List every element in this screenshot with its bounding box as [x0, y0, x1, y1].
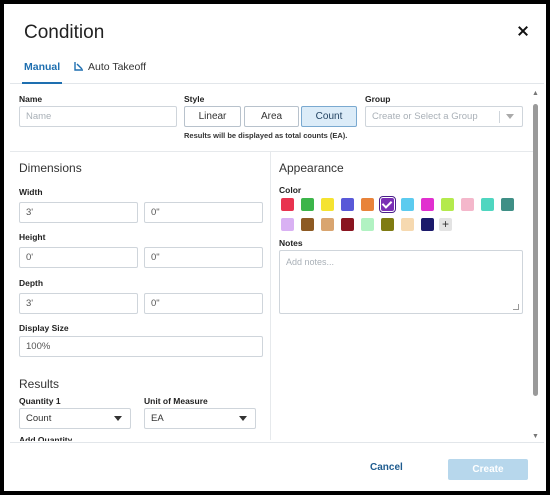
- color-swatch[interactable]: [321, 218, 334, 231]
- unit-of-measure-select[interactable]: EA: [144, 408, 256, 429]
- add-quantity-label[interactable]: Add Quantity: [19, 435, 72, 441]
- color-swatch[interactable]: [401, 198, 414, 211]
- height-inches-input[interactable]: 0": [144, 247, 263, 268]
- close-icon[interactable]: [516, 24, 530, 38]
- color-swatch[interactable]: [441, 198, 454, 211]
- tab-auto-takeoff-label: Auto Takeoff: [88, 61, 146, 73]
- style-label: Style: [184, 94, 205, 104]
- depth-inches-input[interactable]: 0": [144, 293, 263, 314]
- chevron-down-icon: [506, 114, 514, 119]
- color-swatch[interactable]: [341, 198, 354, 211]
- color-swatch[interactable]: [361, 218, 374, 231]
- width-inches-input[interactable]: 0": [144, 202, 263, 223]
- window-frame: Condition Manual Auto Takeoff Name Name …: [0, 0, 550, 495]
- color-swatch[interactable]: [421, 218, 434, 231]
- group-label: Group: [365, 94, 391, 104]
- unit-of-measure-value: EA: [151, 413, 164, 424]
- group-select-separator: [499, 111, 500, 123]
- color-swatch[interactable]: [361, 198, 374, 211]
- dialog-title: Condition: [24, 22, 105, 43]
- scroll-up-icon[interactable]: ▲: [532, 90, 539, 97]
- name-label: Name: [19, 94, 43, 104]
- unit-of-measure-label: Unit of Measure: [144, 396, 208, 406]
- tab-bar: Manual Auto Takeoff: [10, 56, 544, 84]
- chevron-down-icon: [239, 416, 247, 421]
- color-swatch[interactable]: [381, 218, 394, 231]
- color-swatch[interactable]: [281, 198, 294, 211]
- column-divider: [270, 152, 271, 440]
- quantity1-label: Quantity 1: [19, 396, 61, 406]
- color-swatch[interactable]: [379, 196, 396, 213]
- cancel-button[interactable]: Cancel: [370, 462, 403, 473]
- color-swatch[interactable]: [341, 218, 354, 231]
- create-button[interactable]: Create: [448, 459, 528, 480]
- resize-handle-icon[interactable]: [513, 304, 519, 310]
- dimensions-heading: Dimensions: [19, 161, 82, 175]
- scrollbar-thumb[interactable]: [533, 104, 538, 396]
- tab-auto-takeoff[interactable]: Auto Takeoff: [74, 60, 146, 84]
- appearance-heading: Appearance: [279, 161, 344, 175]
- depth-label: Depth: [19, 278, 44, 288]
- group-select[interactable]: Create or Select a Group: [365, 106, 523, 127]
- tab-manual[interactable]: Manual: [22, 60, 63, 84]
- height-label: Height: [19, 232, 46, 242]
- add-color-icon[interactable]: +: [439, 218, 452, 231]
- style-linear-button[interactable]: Linear: [184, 106, 241, 127]
- scroll-down-icon[interactable]: ▼: [532, 433, 539, 440]
- name-input[interactable]: Name: [19, 106, 177, 127]
- notes-placeholder: Add notes...: [286, 257, 335, 267]
- results-heading: Results: [19, 377, 60, 391]
- notes-label: Notes: [279, 238, 303, 248]
- color-swatch[interactable]: [501, 198, 514, 211]
- chevron-down-icon: [114, 416, 122, 421]
- color-swatch[interactable]: [481, 198, 494, 211]
- depth-feet-input[interactable]: 3': [19, 293, 138, 314]
- display-size-input[interactable]: 100%: [19, 336, 263, 357]
- width-feet-input[interactable]: 3': [19, 202, 138, 223]
- width-label: Width: [19, 187, 43, 197]
- style-count-button[interactable]: Count: [301, 106, 357, 127]
- display-size-label: Display Size: [19, 323, 69, 333]
- color-swatch[interactable]: [321, 198, 334, 211]
- dialog-footer: Cancel Create: [10, 442, 544, 490]
- group-select-value: Create or Select a Group: [372, 111, 478, 122]
- quantity1-value: Count: [26, 413, 52, 424]
- color-label: Color: [279, 185, 302, 195]
- quantity1-select[interactable]: Count: [19, 408, 131, 429]
- style-hint: Results will be displayed as total count…: [184, 131, 348, 140]
- condition-dialog: Condition Manual Auto Takeoff Name Name …: [10, 10, 544, 490]
- color-swatch[interactable]: [401, 218, 414, 231]
- color-swatch[interactable]: [301, 198, 314, 211]
- divider: [10, 151, 538, 152]
- scrollbar[interactable]: ▲ ▼: [532, 90, 539, 440]
- notes-textarea[interactable]: Add notes...: [279, 250, 523, 314]
- style-area-button[interactable]: Area: [244, 106, 299, 127]
- color-swatch[interactable]: [301, 218, 314, 231]
- color-swatch[interactable]: [461, 198, 474, 211]
- color-swatch[interactable]: [281, 218, 294, 231]
- color-swatch[interactable]: [421, 198, 434, 211]
- auto-takeoff-icon: [74, 62, 83, 71]
- height-feet-input[interactable]: 0': [19, 247, 138, 268]
